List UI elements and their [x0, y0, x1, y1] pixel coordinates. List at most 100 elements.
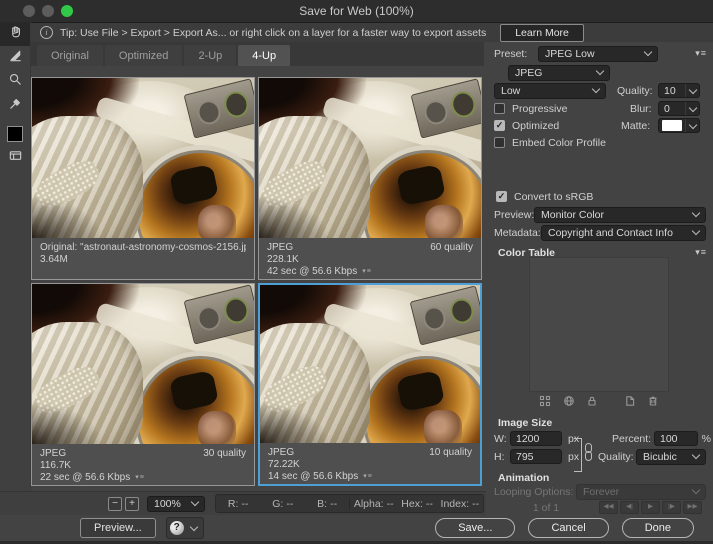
- color-table[interactable]: [529, 257, 669, 392]
- original-filesize: 3.64M: [40, 254, 246, 266]
- browser-select-group[interactable]: ?: [166, 517, 204, 539]
- resample-quality-select[interactable]: Bicubic: [636, 449, 706, 465]
- percent-input[interactable]: [654, 431, 698, 446]
- preset-select[interactable]: JPEG Low: [538, 46, 658, 62]
- dither-icon[interactable]: [539, 395, 551, 410]
- tab-original[interactable]: Original: [37, 45, 103, 66]
- speed-menu-icon[interactable]: ▾≡: [135, 472, 145, 484]
- hand-icon: [8, 24, 23, 44]
- photo-camera-unit: [183, 284, 254, 344]
- frame-counter: 1 of 1: [516, 502, 576, 514]
- photo-visor-reflection2: [424, 410, 462, 443]
- photo-visor-reflection: [169, 370, 219, 412]
- next-frame-button: |▶: [662, 501, 681, 514]
- tab-optimized[interactable]: Optimized: [105, 45, 183, 66]
- slice-select-tool[interactable]: [0, 46, 30, 70]
- matte-label: Matte:: [621, 120, 650, 132]
- hand-tool[interactable]: [0, 22, 30, 46]
- status-bar: − + 100% R:-- G:-- B:-- Alpha:-- Hex:-- …: [0, 491, 486, 515]
- learn-more-button[interactable]: Learn More: [500, 24, 584, 42]
- looping-options-label: Looping Options:: [494, 486, 573, 498]
- preset-panel-menu-icon[interactable]: ▾≡: [695, 48, 707, 59]
- save-for-web-dialog: Save for Web (100%) i Tip: Use File > Ex…: [0, 0, 713, 544]
- original-filename: Original: "astronaut-astronomy-cosmos-21…: [40, 242, 246, 254]
- metadata-select[interactable]: Copyright and Contact Info: [541, 225, 706, 241]
- lock-color-icon[interactable]: [586, 395, 598, 410]
- tab-2up[interactable]: 2-Up: [184, 45, 236, 66]
- matte-select[interactable]: [658, 118, 700, 133]
- zoom-tool[interactable]: [0, 70, 30, 94]
- image-size-title: Image Size: [498, 417, 552, 429]
- quality-select[interactable]: 10: [658, 83, 700, 98]
- tool-palette: [0, 22, 31, 515]
- settings-panel: Preset: JPEG Low ▾≡ JPEG Low Quality: 10…: [486, 42, 713, 512]
- pane-jpeg-10-selected[interactable]: JPEG 72.22K 14 sec @ 56.6 Kbps▾≡ 10 qual…: [258, 283, 482, 486]
- caption-jpeg-30: JPEG 116.7K 22 sec @ 56.6 Kbps▾≡ 30 qual…: [32, 444, 254, 485]
- photo-visor-reflection: [395, 370, 444, 412]
- zoom-level-select[interactable]: 100%: [147, 496, 205, 512]
- window-title: Save for Web (100%): [0, 0, 713, 22]
- photo-shadow: [260, 402, 330, 443]
- embed-color-profile-checkbox[interactable]: [494, 137, 505, 148]
- progressive-checkbox[interactable]: [494, 103, 505, 114]
- web-shift-icon[interactable]: [563, 395, 575, 410]
- tip-text: Tip: Use File > Export > Export As... or…: [60, 27, 486, 39]
- preview-image-original[interactable]: [32, 78, 254, 238]
- fullscreen-button[interactable]: [61, 5, 73, 17]
- cancel-button[interactable]: Cancel: [528, 518, 608, 538]
- preview-image-60[interactable]: [259, 78, 481, 238]
- preset-label: Preset:: [494, 48, 527, 60]
- readout-g: G:--: [272, 498, 293, 510]
- minimize-button[interactable]: [42, 5, 54, 17]
- pane-jpeg-60[interactable]: JPEG 228.1K 42 sec @ 56.6 Kbps▾≡ 60 qual…: [258, 77, 482, 280]
- chevron-down-icon: [685, 84, 699, 97]
- metadata-label: Metadata:: [494, 227, 541, 239]
- color-table-panel-menu-icon[interactable]: ▾≡: [695, 247, 707, 258]
- zoom-out-button[interactable]: −: [108, 497, 122, 511]
- filesize-label: 116.7K: [40, 460, 246, 472]
- link-dimensions-icon[interactable]: [585, 443, 592, 465]
- quality-label: Quality:: [617, 85, 653, 97]
- matte-color-swatch[interactable]: [7, 126, 23, 142]
- blur-select[interactable]: 0: [658, 101, 700, 116]
- optimized-checkbox[interactable]: ✓: [494, 120, 505, 131]
- chevron-down-icon: [592, 85, 600, 93]
- optimized-label: Optimized: [512, 120, 559, 132]
- width-input[interactable]: [510, 431, 562, 446]
- new-color-icon[interactable]: [624, 395, 636, 410]
- photo-visor-reflection: [169, 164, 219, 206]
- toggle-slices-visibility[interactable]: [0, 146, 30, 170]
- chevron-down-icon: [692, 227, 700, 235]
- photo-camera-unit: [183, 78, 254, 138]
- photo-shadow: [32, 402, 103, 444]
- slice-select-icon: [8, 48, 23, 68]
- tab-4up[interactable]: 4-Up: [238, 45, 290, 66]
- preview-image-10[interactable]: [260, 285, 480, 443]
- convert-srgb-checkbox[interactable]: ✓: [496, 191, 507, 202]
- save-button[interactable]: Save...: [435, 518, 515, 538]
- speed-menu-icon[interactable]: ▾≡: [362, 266, 372, 278]
- delete-color-icon[interactable]: [647, 395, 659, 410]
- preview-select[interactable]: Monitor Color: [534, 207, 706, 223]
- play-button: ▶: [641, 501, 660, 514]
- animation-title: Animation: [498, 472, 549, 484]
- previous-frame-button: ◀|: [620, 501, 639, 514]
- pane-original[interactable]: Original: "astronaut-astronomy-cosmos-21…: [31, 77, 255, 280]
- format-select[interactable]: JPEG: [508, 65, 610, 81]
- speed-menu-icon[interactable]: ▾≡: [363, 471, 373, 483]
- footer-bar: Preview... ? Save... Cancel Done: [0, 515, 713, 544]
- eyedropper-tool[interactable]: [0, 94, 30, 118]
- embed-color-profile-label: Embed Color Profile: [512, 137, 606, 149]
- zoom-in-button[interactable]: +: [125, 497, 139, 511]
- eyedropper-icon: [8, 96, 23, 116]
- compression-select[interactable]: Low: [494, 83, 606, 99]
- pane-jpeg-30[interactable]: JPEG 116.7K 22 sec @ 56.6 Kbps▾≡ 30 qual…: [31, 283, 255, 486]
- close-button[interactable]: [23, 5, 35, 17]
- width-label: W:: [494, 433, 507, 445]
- height-input[interactable]: [510, 449, 562, 464]
- preview-image-30[interactable]: [32, 284, 254, 444]
- caption-jpeg-60: JPEG 228.1K 42 sec @ 56.6 Kbps▾≡ 60 qual…: [259, 238, 481, 279]
- preview-in-browser-button[interactable]: Preview...: [80, 518, 156, 538]
- done-button[interactable]: Done: [622, 518, 694, 538]
- height-label: H:: [494, 451, 505, 463]
